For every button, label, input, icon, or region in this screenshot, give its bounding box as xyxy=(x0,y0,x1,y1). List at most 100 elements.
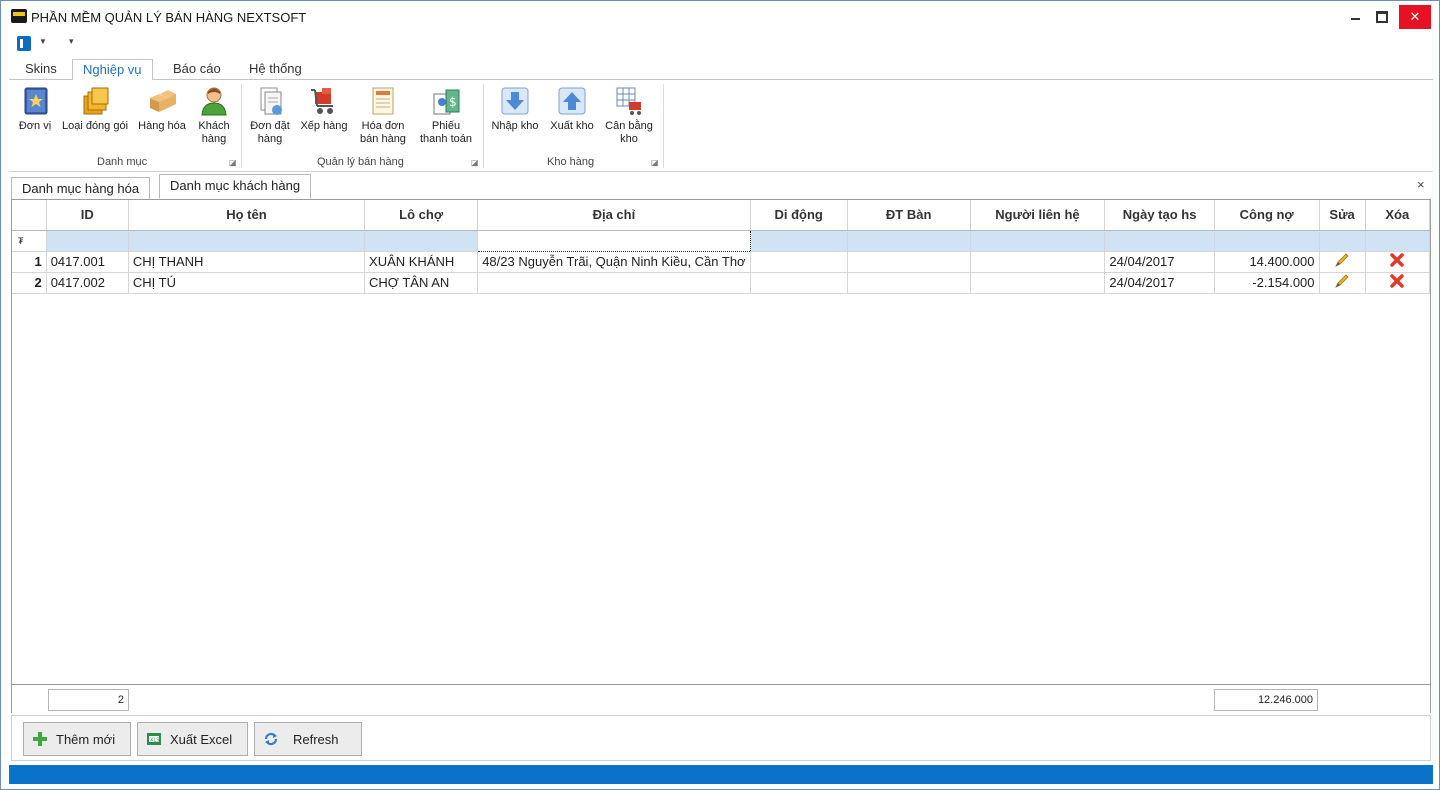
cell-phone[interactable] xyxy=(847,251,971,273)
cell-contact[interactable] xyxy=(970,272,1106,294)
col-header-debt[interactable]: Công nợ xyxy=(1214,200,1320,231)
maximize-button[interactable] xyxy=(1368,5,1396,29)
cell-created[interactable]: 24/04/2017 xyxy=(1104,272,1215,294)
cell-market[interactable]: XUÂN KHÁNH xyxy=(364,251,479,273)
row-index[interactable]: 1 xyxy=(12,251,47,273)
cell-market[interactable]: CHỢ TÂN AN xyxy=(364,272,479,294)
payment-button[interactable]: $ Phiếu thanh toán xyxy=(417,84,475,154)
filter-cell-name[interactable] xyxy=(128,230,366,252)
col-header-phone[interactable]: ĐT Bàn xyxy=(847,200,971,231)
cell-address[interactable]: 48/23 Nguyễn Trãi, Quận Ninh Kiều, Cần T… xyxy=(477,251,751,273)
cell-name[interactable]: CHỊ TÚ xyxy=(128,272,366,294)
ribbon-panel: Đơn vị Loại đóng gói Hàng hóa Khách hàng… xyxy=(9,80,1433,172)
footer-count: 2 xyxy=(48,689,129,711)
quan-ly-launcher-icon[interactable]: ◪ xyxy=(471,158,479,167)
refresh-button[interactable]: Refresh xyxy=(254,722,362,756)
delete-x-icon[interactable] xyxy=(1389,252,1405,268)
app-logo-icon xyxy=(11,9,27,23)
import-arrow-icon xyxy=(500,86,530,116)
import-stock-button[interactable]: Nhập kho xyxy=(489,84,541,154)
col-header-name[interactable]: Họ tên xyxy=(128,200,366,231)
cell-mobile[interactable] xyxy=(750,272,848,294)
col-header-delete[interactable]: Xóa xyxy=(1365,200,1431,231)
filter-cell-edit[interactable] xyxy=(1319,230,1366,252)
filter-cell-phone[interactable] xyxy=(847,230,971,252)
col-header-mobile[interactable]: Di động xyxy=(750,200,848,231)
import-stock-label: Nhập kho xyxy=(491,120,539,132)
group-label-danh-muc: Danh mục xyxy=(97,156,148,168)
filter-cell-debt[interactable] xyxy=(1214,230,1320,252)
danh-muc-launcher-icon[interactable]: ◪ xyxy=(229,158,237,167)
cell-debt[interactable]: 14.400.000 xyxy=(1214,251,1320,273)
ribbon-tab-strip: Skins Nghiệp vụ Báo cáo Hệ thống xyxy=(9,57,1433,81)
cell-contact[interactable] xyxy=(970,251,1106,273)
col-header-created[interactable]: Ngày tạo hs xyxy=(1104,200,1215,231)
payment-slip-icon: $ xyxy=(431,86,461,116)
kho-hang-launcher-icon[interactable]: ◪ xyxy=(651,158,659,167)
filter-cell-mobile[interactable] xyxy=(750,230,848,252)
cell-mobile[interactable] xyxy=(750,251,848,273)
package-type-button[interactable]: Loại đóng gói xyxy=(61,84,129,154)
add-new-button[interactable]: Thêm mới xyxy=(23,722,131,756)
cell-created[interactable]: 24/04/2017 xyxy=(1104,251,1215,273)
table-row[interactable]: 2 0417.002 CHỊ TÚ CHỢ TÂN AN 24/04/2017 … xyxy=(12,272,1431,294)
unit-label: Đơn vị xyxy=(18,120,52,132)
edit-pencil-icon[interactable] xyxy=(1334,273,1350,289)
col-header-edit[interactable]: Sửa xyxy=(1319,200,1366,231)
ribbon-group-divider xyxy=(663,84,664,168)
order-button[interactable]: Đơn đặt hàng xyxy=(247,84,293,154)
cell-name[interactable]: CHỊ THANH xyxy=(128,251,366,273)
tab-bao-cao[interactable]: Báo cáo xyxy=(163,59,231,81)
col-header-address[interactable]: Địa chỉ xyxy=(477,200,751,231)
table-row[interactable]: 1 0417.001 CHỊ THANH XUÂN KHÁNH 48/23 Ng… xyxy=(12,251,1431,273)
footer-total-debt: 12.246.000 xyxy=(1214,689,1318,711)
customer-button[interactable]: Khách hàng xyxy=(193,84,235,154)
col-header-market[interactable]: Lô chợ xyxy=(364,200,479,231)
stock-balance-button[interactable]: Cân bằng kho xyxy=(603,84,655,154)
group-label-quan-ly-ban-hang: Quản lý bán hàng xyxy=(317,156,404,168)
tab-nghiep-vu[interactable]: Nghiệp vụ xyxy=(72,59,153,81)
close-doc-tab-icon[interactable]: × xyxy=(1417,177,1425,192)
customer-icon xyxy=(199,86,229,116)
auto-filter-row: ₮ xyxy=(12,229,1431,252)
filter-cell-contact[interactable] xyxy=(970,230,1106,252)
export-excel-button[interactable]: XLS Xuất Excel xyxy=(137,722,248,756)
col-header-contact[interactable]: Người liên hệ xyxy=(970,200,1106,231)
ribbon-group-divider xyxy=(483,84,484,168)
unit-button[interactable]: Đơn vị xyxy=(13,84,57,154)
filter-cell-created[interactable] xyxy=(1104,230,1215,252)
edit-cell[interactable] xyxy=(1319,272,1366,294)
cell-address[interactable] xyxy=(477,272,751,294)
arrange-button[interactable]: Xếp hàng xyxy=(299,84,349,154)
delete-cell[interactable] xyxy=(1365,272,1431,294)
office-menu-chevron-icon[interactable]: ▼ xyxy=(39,37,47,46)
invoice-button[interactable]: Hóa đơn bán hàng xyxy=(355,84,411,154)
edit-cell[interactable] xyxy=(1319,251,1366,273)
cell-id[interactable]: 0417.002 xyxy=(46,272,129,294)
goods-button[interactable]: Hàng hóa xyxy=(135,84,189,154)
filter-cell-delete[interactable] xyxy=(1365,230,1431,252)
row-index[interactable]: 2 xyxy=(12,272,47,294)
minimize-button[interactable] xyxy=(1341,5,1369,29)
doc-tab-khach-hang[interactable]: Danh mục khách hàng xyxy=(159,174,312,199)
filter-cell-id[interactable] xyxy=(46,230,129,252)
cell-id[interactable]: 0417.001 xyxy=(46,251,129,273)
status-bar xyxy=(9,765,1433,784)
add-new-label: Thêm mới xyxy=(56,731,116,747)
filter-cell-address[interactable] xyxy=(477,229,751,252)
cell-phone[interactable] xyxy=(847,272,971,294)
col-header-id[interactable]: ID xyxy=(46,200,129,231)
edit-pencil-icon[interactable] xyxy=(1334,252,1350,268)
close-window-button[interactable]: ✕ xyxy=(1399,5,1431,29)
tab-he-thong[interactable]: Hệ thống xyxy=(239,59,312,81)
customize-toolbar-icon[interactable]: ▾ xyxy=(69,36,74,47)
doc-tab-hang-hoa[interactable]: Danh mục hàng hóa xyxy=(11,177,151,200)
delete-cell[interactable] xyxy=(1365,251,1431,273)
cell-debt[interactable]: -2.154.000 xyxy=(1214,272,1320,294)
office-menu-icon[interactable] xyxy=(17,36,31,51)
filter-cell-market[interactable] xyxy=(364,230,479,252)
tab-skins[interactable]: Skins xyxy=(15,59,67,81)
delete-x-icon[interactable] xyxy=(1389,273,1405,289)
export-stock-button[interactable]: Xuất kho xyxy=(547,84,597,154)
customer-grid: ID Họ tên Lô chợ Địa chỉ Di động ĐT Bàn … xyxy=(11,199,1431,713)
